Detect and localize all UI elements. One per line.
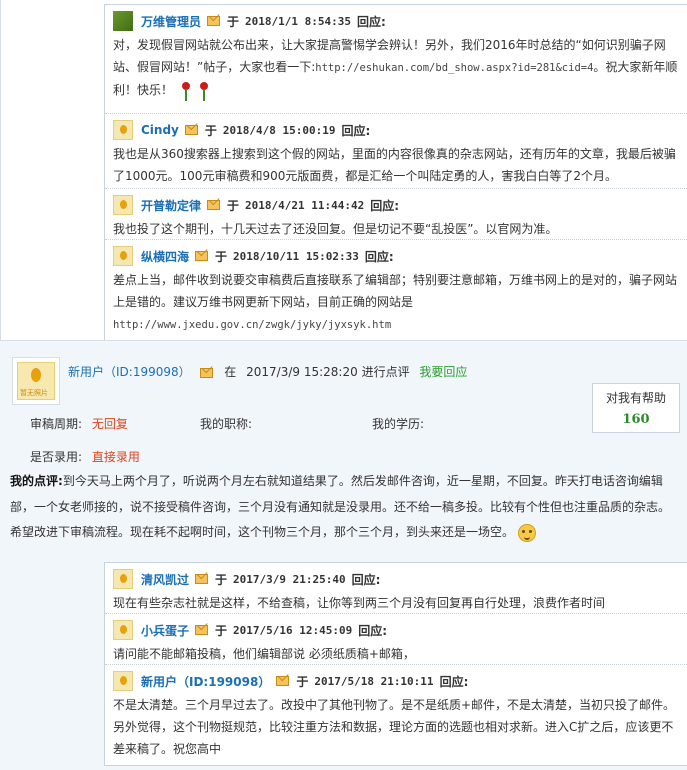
user-avatar (113, 120, 133, 140)
comment-text: 到今天马上两个月了，听说两个月左右就知道结果了。然后发邮件咨询，近一星期，不回复… (10, 474, 671, 539)
user-avatar (113, 11, 133, 31)
help-count: 160 (622, 412, 650, 427)
yu-label: 于 (296, 674, 309, 689)
avatar-caption: 暂无照片 (20, 389, 48, 397)
reply-username[interactable]: 清风凯过 (141, 571, 189, 588)
post-action: 进行点评 (361, 365, 410, 379)
yu-label: 于 (215, 623, 228, 638)
user-avatar (113, 620, 133, 640)
rose-icon (198, 81, 210, 101)
accepted-label: 是否录用: (30, 450, 83, 464)
reply-item: 清风凯过 于 2017/3/9 21:25:40 回应: 现在有些杂志社就是这样… (105, 563, 687, 614)
reply-item: Cindy 于 2018/4/8 15:00:19 回应: 我也是从360搜索器… (105, 114, 687, 189)
reply-body: 对，发现假冒网站就公布出来，让大家提高警惕学会辨认！另外，我们2016年时总结的… (113, 31, 681, 101)
reply-time: 2017/5/16 12:45:09 (233, 623, 353, 637)
user-avatar (113, 671, 133, 691)
reply-body: 不是太清楚。三个月早过去了。改投中了其他刊物了。是不是纸质+邮件，不是太清楚，当… (113, 698, 676, 756)
reply-item: 万维管理员 于 2018/1/1 8:54:35 回应: 对，发现假冒网站就公布… (105, 5, 687, 114)
post-time: 2017/3/9 15:28:20 (246, 365, 358, 379)
reply-body: 我也投了这个期刊，十几天过去了还没回复。但是切记不要“乱投医”。以官网为准。 (113, 222, 558, 236)
reply-username[interactable]: 开普勒定律 (141, 197, 201, 214)
accepted-field: 是否录用: 直接录用 (30, 448, 140, 465)
crying-face-icon (518, 523, 537, 542)
reply-time: 2017/5/18 21:10:11 (314, 674, 434, 688)
divider (0, 0, 1, 340)
title-label: 我的职称: (200, 417, 253, 431)
reply-item: 新用户（ID:199098） 于 2017/5/18 21:10:11 回应: … (105, 665, 687, 765)
degree-label: 我的学历: (372, 417, 425, 431)
reply-username[interactable]: Cindy (141, 123, 179, 137)
mail-icon[interactable] (200, 367, 214, 378)
review-period-label: 审稿周期: (30, 417, 83, 431)
rose-icon (180, 81, 192, 101)
reply-time: 2018/4/8 15:00:19 (222, 123, 336, 137)
reply-text: 差点上当，邮件收到说要交审稿费后直接联系了编辑部；特别要注意邮箱，万维书网上的是… (113, 273, 678, 309)
mail-icon[interactable] (207, 16, 221, 26)
reply-label: 回应: (351, 572, 381, 587)
mail-icon[interactable] (195, 251, 209, 261)
mail-icon[interactable] (184, 125, 198, 135)
help-vote-button[interactable]: 对我有帮助 160 (592, 383, 680, 433)
mail-icon[interactable] (276, 676, 290, 686)
reply-item: 开普勒定律 于 2018/4/21 11:44:42 回应: 我也投了这个期刊，… (105, 189, 687, 240)
reply-link[interactable]: 我要回应 (419, 365, 467, 379)
reply-label: 回应: (439, 674, 469, 689)
reply-body: 现在有些杂志社就是这样，不给查稿，让你等到两三个月没有回复再自行处理，浪费作者时… (113, 596, 606, 610)
post-header: 新用户（ID:199098） 在 2017/3/9 15:28:20 进行点评 … (68, 363, 467, 380)
mail-icon[interactable] (207, 200, 221, 210)
reply-label: 回应: (364, 249, 394, 264)
reply-body: 差点上当，邮件收到说要交审稿费后直接联系了编辑部；特别要注意邮箱，万维书网上的是… (113, 266, 681, 336)
title-field: 我的职称: (200, 415, 252, 432)
user-avatar (113, 569, 133, 589)
reply-item: 小兵蛋子 于 2017/5/16 12:45:09 回应: 请问能不能邮箱投稿，… (105, 614, 687, 665)
yu-label: 于 (227, 198, 240, 213)
reply-time: 2018/1/1 8:54:35 (245, 14, 351, 28)
reply-time: 2018/10/11 15:02:33 (233, 249, 359, 263)
yu-label: 于 (227, 14, 240, 29)
post-username[interactable]: 新用户（ID:199098） (68, 365, 191, 379)
accepted-value: 直接录用 (91, 450, 140, 464)
review-period-value: 无回复 (91, 417, 128, 431)
reply-time: 2018/4/21 11:44:42 (245, 198, 365, 212)
mail-icon[interactable] (195, 574, 209, 584)
degree-field: 我的学历: (372, 415, 424, 432)
user-avatar (113, 195, 133, 215)
reply-label: 回应: (341, 123, 371, 138)
comment-body: 我的点评:到今天马上两个月了，听说两个月左右就知道结果了。然后发邮件咨询，近一星… (10, 469, 680, 546)
reply-username[interactable]: 万维管理员 (141, 13, 201, 30)
review-period: 审稿周期: 无回复 (30, 415, 128, 432)
reply-thread: 万维管理员 于 2018/1/1 8:54:35 回应: 对，发现假冒网站就公布… (104, 4, 687, 341)
yu-label: 于 (215, 249, 228, 264)
reply-label: 回应: (357, 14, 386, 29)
reply-label: 回应: (370, 198, 400, 213)
reply-body: 我也是从360搜索器上搜索到这个假的网站，里面的内容很像真的杂志网站，还有历年的… (113, 147, 676, 183)
reply-url[interactable]: http://www.jxedu.gov.cn/zwgk/jyky/jyxsyk… (113, 319, 391, 331)
reply-time: 2017/3/9 21:25:40 (233, 572, 346, 586)
yu-label: 于 (215, 572, 228, 587)
zai-label: 在 (224, 365, 237, 379)
user-avatar: 暂无照片 (12, 357, 60, 405)
reply-username[interactable]: 纵横四海 (141, 248, 189, 265)
reply-username[interactable]: 新用户（ID:199098） (141, 673, 270, 690)
reply-body: 请问能不能邮箱投稿，他们编辑部说 必须纸质稿+邮箱， (113, 647, 415, 661)
comment-section: 暂无照片 新用户（ID:199098） 在 2017/3/9 15:28:20 … (0, 340, 687, 770)
mail-icon[interactable] (195, 625, 209, 635)
reply-label: 回应: (358, 623, 388, 638)
reply-username[interactable]: 小兵蛋子 (141, 622, 189, 639)
reply-url[interactable]: http://eshukan.com/bd_show.aspx?id=281&c… (315, 62, 593, 74)
comment-label: 我的点评: (10, 474, 63, 488)
reply-item: 纵横四海 于 2018/10/11 15:02:33 回应: 差点上当，邮件收到… (105, 240, 687, 340)
help-label: 对我有帮助 (605, 391, 666, 405)
top-reply-area: 万维管理员 于 2018/1/1 8:54:35 回应: 对，发现假冒网站就公布… (0, 0, 687, 341)
user-avatar (113, 246, 133, 266)
reply-thread: 清风凯过 于 2017/3/9 21:25:40 回应: 现在有些杂志社就是这样… (104, 562, 687, 766)
yu-label: 于 (204, 123, 217, 138)
